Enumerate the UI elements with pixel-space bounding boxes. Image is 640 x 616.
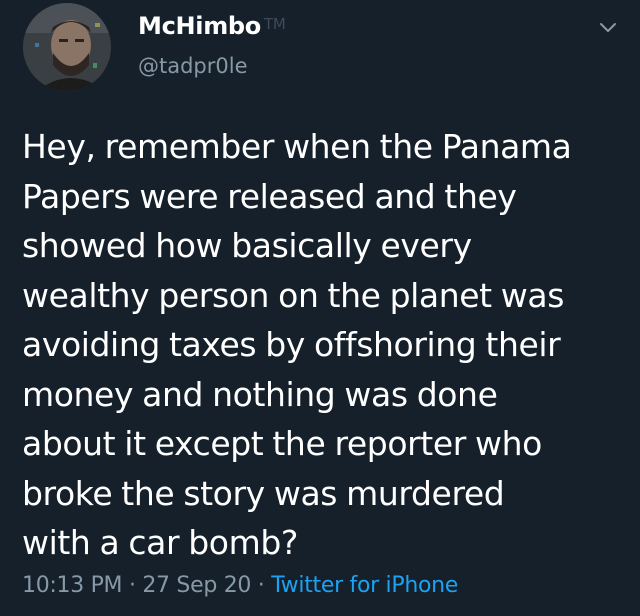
tweet-text-line: Papers were released and they — [22, 176, 517, 216]
tweet-text-line: showed how basically every — [22, 226, 472, 265]
tweet-text: Hey, remember when the Panama Papers wer… — [22, 122, 622, 568]
display-name-text: McHimbo — [138, 12, 261, 40]
meta-separator: · — [251, 573, 272, 598]
tweet-text-line: broke the story was murdered — [22, 473, 505, 513]
tweet-date[interactable]: 27 Sep 20 — [142, 573, 251, 598]
tweet: McHimbo TM @tadpr0le Hey, remember when t… — [0, 0, 640, 616]
tweet-source-link[interactable]: Twitter for iPhone — [271, 573, 458, 598]
tweet-text-line: money and nothing was done — [22, 374, 498, 414]
tweet-text-line: with a car bomb? — [22, 523, 298, 562]
user-handle[interactable]: @tadpr0le — [138, 54, 248, 78]
tweet-text-line: wealthy person on the planet was — [22, 275, 564, 315]
tweet-text-line: about it except the reporter who — [22, 424, 542, 463]
tweet-text-line: avoiding taxes by offshoring their — [22, 325, 561, 364]
display-name[interactable]: McHimbo TM — [138, 12, 286, 40]
tweet-text-line: Hey, remember when the Panama — [22, 127, 572, 166]
tweet-time[interactable]: 10:13 PM — [22, 573, 123, 598]
meta-separator: · — [122, 573, 143, 598]
tweet-meta: 10:13 PM · 27 Sep 20 · Twitter for iPhon… — [22, 573, 458, 598]
trademark-mark: TM — [264, 15, 286, 33]
chevron-down-icon[interactable] — [596, 16, 620, 40]
avatar[interactable] — [23, 3, 111, 91]
profile-photo-icon — [23, 3, 111, 91]
